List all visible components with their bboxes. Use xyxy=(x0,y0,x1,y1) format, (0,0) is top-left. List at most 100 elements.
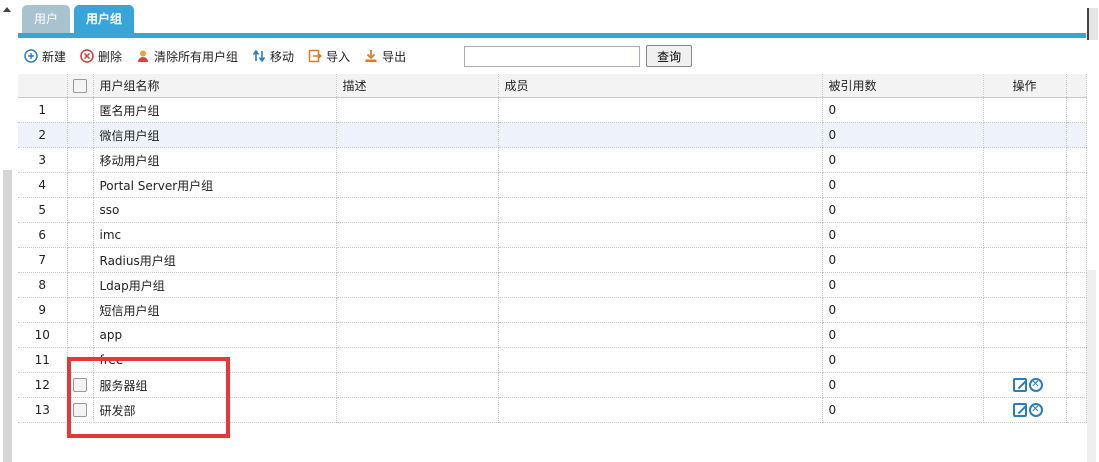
scrollbar-thumb[interactable] xyxy=(1087,8,1098,40)
row-checkbox-cell xyxy=(67,322,94,348)
new-button[interactable]: 新建 xyxy=(24,48,66,65)
ops-cell xyxy=(983,97,1067,123)
import-button[interactable]: 导入 xyxy=(308,48,350,65)
table-row[interactable]: 7 Radius用户组 0 xyxy=(18,247,1087,273)
row-index: 4 xyxy=(18,172,68,198)
row-checkbox-cell xyxy=(67,397,94,423)
search-input[interactable] xyxy=(464,45,641,67)
group-name-cell[interactable]: 短信用户组 xyxy=(93,297,337,323)
row-index: 10 xyxy=(18,322,68,348)
group-name-cell[interactable]: Radius用户组 xyxy=(93,247,337,273)
delete-icon[interactable]: ✕ xyxy=(1028,378,1043,392)
ops-cell xyxy=(983,297,1067,323)
edit-icon[interactable] xyxy=(1012,403,1027,417)
refs-cell: 0 xyxy=(822,247,984,273)
edit-icon[interactable] xyxy=(1012,378,1027,392)
desc-cell xyxy=(336,122,499,148)
desc-cell xyxy=(336,297,499,323)
refs-cell: 0 xyxy=(822,372,984,398)
delete-button[interactable]: 删除 xyxy=(80,48,122,65)
members-cell xyxy=(498,347,823,373)
ops-cell: ✕ xyxy=(983,372,1067,398)
col-name-header[interactable]: 用户组名称 xyxy=(93,74,337,98)
scrollbar-track[interactable] xyxy=(1087,270,1096,462)
table-row[interactable]: 11 free 0 xyxy=(18,347,1087,373)
refs-cell: 0 xyxy=(822,172,984,198)
search-button[interactable]: 查询 xyxy=(646,45,693,67)
members-cell xyxy=(498,97,823,123)
left-scrollbar[interactable] xyxy=(0,0,14,462)
scroll-up-arrow-icon[interactable] xyxy=(3,7,11,12)
import-label: 导入 xyxy=(326,49,351,64)
members-cell xyxy=(498,172,823,198)
tab-user-groups[interactable]: 用户组 xyxy=(74,5,135,33)
move-button[interactable]: 移动 xyxy=(252,48,294,65)
group-name-cell[interactable]: Ldap用户组 xyxy=(93,272,337,298)
members-cell xyxy=(498,397,823,423)
refs-cell: 0 xyxy=(822,222,984,248)
delete-label: 删除 xyxy=(98,49,123,64)
checkbox-icon[interactable] xyxy=(73,78,87,93)
row-checkbox-cell xyxy=(67,297,94,323)
plus-circle-icon xyxy=(24,49,38,63)
row-index: 8 xyxy=(18,272,68,298)
delete-circle-icon xyxy=(80,49,94,63)
members-cell xyxy=(498,297,823,323)
refs-cell: 0 xyxy=(822,197,984,223)
members-cell xyxy=(498,122,823,148)
row-checkbox-cell xyxy=(67,97,94,123)
col-members-header[interactable]: 成员 xyxy=(498,74,823,98)
delete-icon[interactable]: ✕ xyxy=(1028,403,1043,417)
table-row[interactable]: 4 Portal Server用户组 0 xyxy=(18,172,1087,198)
select-all-checkbox[interactable] xyxy=(67,74,94,98)
filler-cell xyxy=(1066,122,1087,148)
col-desc-header[interactable]: 描述 xyxy=(336,74,499,98)
table-row[interactable]: 8 Ldap用户组 0 xyxy=(18,272,1087,298)
right-scrollbar[interactable] xyxy=(1085,0,1099,462)
table-row[interactable]: 12 服务器组 0 ✕ xyxy=(18,372,1087,398)
filler-cell xyxy=(1066,397,1087,423)
col-refs-header[interactable]: 被引用数 xyxy=(822,74,984,98)
table-row[interactable]: 6 imc 0 xyxy=(18,222,1087,248)
ops-cell xyxy=(983,272,1067,298)
row-index: 7 xyxy=(18,247,68,273)
tab-users[interactable]: 用户 xyxy=(22,5,71,33)
table-row[interactable]: 1 匿名用户组 0 xyxy=(18,97,1087,123)
table-row[interactable]: 5 sso 0 xyxy=(18,197,1087,223)
filler-cell xyxy=(1066,372,1087,398)
table-row[interactable]: 2 微信用户组 0 xyxy=(18,122,1087,148)
row-checkbox[interactable] xyxy=(73,378,87,393)
row-index: 9 xyxy=(18,297,68,323)
row-checkbox-cell xyxy=(67,122,94,148)
group-name-cell[interactable]: 匿名用户组 xyxy=(93,97,337,123)
table-row[interactable]: 3 移动用户组 0 xyxy=(18,147,1087,173)
row-checkbox-cell xyxy=(67,147,94,173)
export-label: 导出 xyxy=(382,49,407,64)
row-index: 2 xyxy=(18,122,68,148)
group-name-cell[interactable]: Portal Server用户组 xyxy=(93,172,337,198)
group-name-cell[interactable]: 微信用户组 xyxy=(93,122,337,148)
scrollbar-track[interactable] xyxy=(3,170,12,462)
group-name-cell[interactable]: 服务器组 xyxy=(93,372,337,398)
desc-cell xyxy=(336,222,499,248)
refs-cell: 0 xyxy=(822,97,984,123)
group-name-cell[interactable]: free xyxy=(93,347,337,373)
row-index: 11 xyxy=(18,347,68,373)
table-row[interactable]: 9 短信用户组 0 xyxy=(18,297,1087,323)
filler-cell xyxy=(1066,297,1087,323)
ops-cell xyxy=(983,147,1067,173)
filler-cell xyxy=(1066,197,1087,223)
tab-underline xyxy=(18,33,1086,38)
table-row[interactable]: 13 研发部 0 ✕ xyxy=(18,397,1087,423)
clear-all-groups-button[interactable]: 清除所有用户组 xyxy=(136,48,238,65)
row-checkbox[interactable] xyxy=(73,403,87,418)
group-name-cell[interactable]: sso xyxy=(93,197,337,223)
group-name-cell[interactable]: 研发部 xyxy=(93,397,337,423)
export-button[interactable]: 导出 xyxy=(364,48,406,65)
desc-cell xyxy=(336,172,499,198)
table-row[interactable]: 10 app 0 xyxy=(18,322,1087,348)
group-name-cell[interactable]: imc xyxy=(93,222,337,248)
group-name-cell[interactable]: app xyxy=(93,322,337,348)
group-name-cell[interactable]: 移动用户组 xyxy=(93,147,337,173)
row-index: 12 xyxy=(18,372,68,398)
